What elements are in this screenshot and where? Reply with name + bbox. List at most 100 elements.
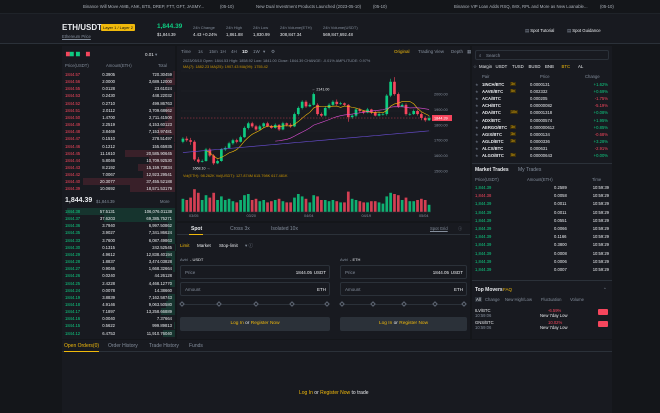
chevron-down-icon[interactable]: ▾ <box>263 49 265 55</box>
market-row[interactable]: ★ ALCX/BTC 0.000631 -2.91% <box>472 145 612 152</box>
market-row[interactable]: ★ ADX/BTC 0.00000574 +1.95% <box>472 117 612 124</box>
spot-tutorial-link[interactable]: ▤ Spot Tutorial <box>525 28 554 34</box>
layout-bids-icon[interactable]: ▆ <box>76 51 80 57</box>
movers-tab[interactable]: New High/Low <box>505 297 532 302</box>
ask-row[interactable]: 1844.44 5.8046 10,709.92530 <box>62 156 175 164</box>
interval-tab-1D[interactable]: 1D <box>242 49 248 54</box>
more-link[interactable]: More <box>160 199 170 204</box>
slider-step[interactable] <box>324 301 330 307</box>
tab-cross[interactable]: Cross 3x <box>230 226 250 232</box>
bid-row[interactable]: 1844.29 4.9612 12,838.40194 <box>62 250 175 258</box>
filter-al[interactable]: AL <box>578 64 583 69</box>
filter-tusd[interactable]: TUSD <box>512 64 524 69</box>
bid-row[interactable]: 1844.26 0.0240 44.26128 <box>62 272 175 280</box>
spot-guidance-link[interactable]: ▤ Spot Guidance <box>567 28 601 34</box>
market-row[interactable]: ★ ADA/BTC 10x 0.00001318 +0.08% <box>472 109 612 116</box>
faq-link[interactable]: FAQ <box>503 287 512 292</box>
ask-row[interactable]: 1844.57 0.3905 720.30459 <box>62 71 175 79</box>
interval-tab-15m[interactable]: 15m <box>209 49 218 54</box>
tab-spot[interactable]: Spot <box>191 226 202 232</box>
ask-row[interactable]: 1844.42 7.0067 12,923.29541 <box>62 171 175 179</box>
interval-tab-1W[interactable]: 1W <box>253 49 260 54</box>
type-stop-limit[interactable]: Stop-limit <box>219 243 238 248</box>
tab-order-history[interactable]: Order History <box>108 343 138 349</box>
ask-row[interactable]: 1844.39 10.0692 18,571.53179 <box>62 185 175 193</box>
bid-row[interactable]: 1844.36 3.7940 6,997.50862 <box>62 222 175 230</box>
mover-row[interactable]: GNS/BTC 10:59:06 10.02% New 7day Low <box>472 320 612 331</box>
filter-usdt[interactable]: USDT <box>496 64 508 69</box>
bid-row[interactable]: 1844.15 0.5622 999.89813 <box>62 322 175 330</box>
ask-row[interactable]: 1844.45 11.1610 20,585.90645 <box>62 149 175 157</box>
bid-row[interactable]: 1844.28 1.8837 3,474.03828 <box>62 258 175 266</box>
star-icon[interactable]: ★ <box>475 132 479 137</box>
star-icon[interactable]: ★ <box>475 103 479 108</box>
sell-price-input[interactable]: Price 1844.05 USDT <box>340 265 467 279</box>
view-tradingview[interactable]: Trading View <box>418 49 444 54</box>
ask-row[interactable]: 1844.49 2.2519 4,153.60123 <box>62 121 175 129</box>
market-row[interactable]: ★ AGLD/BTC 3x 0.0000336 +3.28% <box>472 138 612 145</box>
star-icon[interactable]: ★ <box>475 96 479 101</box>
collapse-icon[interactable]: ⌃ <box>603 287 607 293</box>
mover-row[interactable]: ILV/BTC 10:59:06 -6.59% New 7day Low <box>472 308 612 319</box>
market-row[interactable]: ★ 1INCH/BTC 3x 0.0000131 +1.62% <box>472 81 612 88</box>
ask-row[interactable]: 1844.47 0.1510 278.51497 <box>62 135 175 143</box>
interval-tab-1H[interactable]: 1H <box>220 49 226 54</box>
bid-row[interactable]: 1844.30 0.1315 242.52545 <box>62 243 175 251</box>
star-icon[interactable]: ★ <box>475 89 479 94</box>
bid-row[interactable]: 1844.38 57.5131 106,076.01138 <box>62 208 175 216</box>
type-limit[interactable]: Limit <box>180 243 190 248</box>
interval-tab-Time[interactable]: Time <box>181 49 191 54</box>
layout-asks-icon[interactable]: ▆ <box>86 51 90 57</box>
filter-margin[interactable]: Margin <box>479 64 492 69</box>
slider-step[interactable] <box>289 301 295 307</box>
star-icon[interactable]: ★ <box>475 153 479 158</box>
grid-icon[interactable]: ▦ <box>467 49 471 55</box>
bid-row[interactable]: 1844.17 7.1897 13,258.66889 <box>62 308 175 316</box>
view-depth[interactable]: Depth <box>451 49 463 54</box>
bid-row[interactable]: 1844.18 4.9146 9,063.50580 <box>62 300 175 309</box>
market-row[interactable]: ★ AERGO/BTC 3x 0.000000612 +0.85% <box>472 124 612 131</box>
slider-step[interactable] <box>339 301 345 307</box>
tab-my-trades[interactable]: My Trades <box>518 167 541 173</box>
view-original[interactable]: Original <box>394 49 410 54</box>
slider-step[interactable] <box>179 301 185 307</box>
tab-open-orders[interactable]: Open Orders(0) <box>64 343 99 349</box>
bid-row[interactable]: 1844.12 6.4753 11,910.76040 <box>62 329 175 337</box>
interval-tab-1s[interactable]: 1s <box>198 49 203 54</box>
buy-amount-input[interactable]: Amount ETH <box>180 282 330 296</box>
slider-step[interactable] <box>370 301 376 307</box>
spot-grid-link[interactable]: Spot Grid <box>430 226 448 231</box>
ticker-item[interactable]: New Dual Investment Products Launched (2… <box>256 4 361 9</box>
search-input[interactable]: ⌕ Search <box>475 50 609 60</box>
sell-amount-input[interactable]: Amount ETH <box>340 282 467 296</box>
col-change[interactable]: Change <box>585 74 600 79</box>
bid-row[interactable]: 1844.19 3.8839 7,162.58743 <box>62 293 175 301</box>
type-market[interactable]: Market <box>197 243 211 248</box>
ask-row[interactable]: 1844.50 1.4700 2,711.41500 <box>62 113 175 121</box>
filter-bnb[interactable]: BNB <box>545 64 554 69</box>
buy-price-input[interactable]: Price 1844.05 USDT <box>180 265 330 279</box>
ask-row[interactable]: 1844.43 8.2192 15,159.73834 <box>62 163 175 172</box>
star-icon[interactable]: ★ <box>475 118 479 123</box>
col-price[interactable]: Price <box>540 74 550 79</box>
tab-funds[interactable]: Funds <box>189 343 203 349</box>
layout-both-icon[interactable]: ▆▆ <box>66 51 74 57</box>
ask-row[interactable]: 1844.48 3.8469 7,153.97481 <box>62 128 175 136</box>
movers-tab[interactable]: Volume <box>570 297 584 302</box>
ask-row[interactable]: 1844.56 2.0000 3,689.12000 <box>62 78 175 86</box>
ask-row[interactable]: 1844.51 2.0112 3,709.68662 <box>62 106 175 114</box>
buy-login-button[interactable]: Log In or Register Now <box>180 317 330 331</box>
tab-isolated[interactable]: Isolated 10x <box>271 226 298 232</box>
register-link[interactable]: Register Now <box>320 390 350 396</box>
coin-price-link[interactable]: Ethereum Price <box>62 34 91 39</box>
ask-row[interactable]: 1844.55 0.0128 23.61024 <box>62 85 175 93</box>
tab-trade-history[interactable]: Trade History <box>149 343 179 349</box>
star-icon[interactable]: ★ <box>475 146 479 151</box>
filter-btc[interactable]: BTC <box>562 64 571 69</box>
market-row[interactable]: ★ ACH/BTC 0.00000082 -5.19% <box>472 102 612 109</box>
bid-row[interactable]: 1844.37 37.6203 69,385.75271 <box>62 215 175 223</box>
slider-step[interactable] <box>432 301 438 307</box>
ask-row[interactable]: 1844.52 0.2710 499.86763 <box>62 99 175 107</box>
movers-tab[interactable]: Fluctuation <box>541 297 561 302</box>
tick-size-select[interactable]: 0.01 ▾ <box>145 52 157 58</box>
